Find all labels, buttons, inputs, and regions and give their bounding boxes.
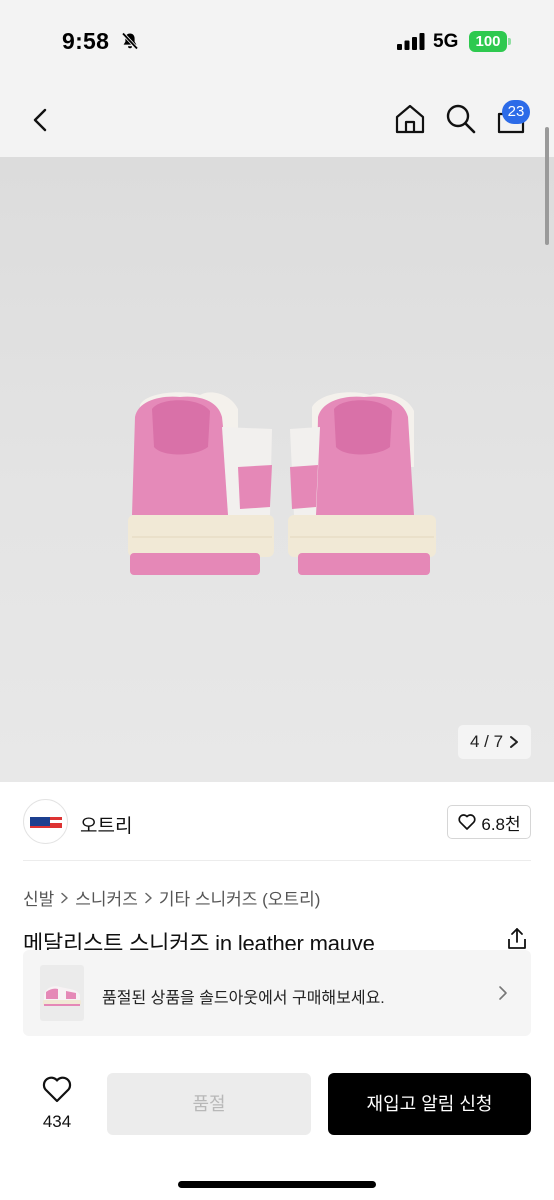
product-image-gallery[interactable]: 4 / 7 bbox=[0, 157, 554, 782]
brand-logo[interactable] bbox=[23, 799, 68, 844]
breadcrumb: 신발 스니커즈 기타 스니커즈 (오트리) bbox=[23, 885, 320, 910]
brand-name[interactable]: 오트리 bbox=[80, 811, 132, 838]
network-label: 5G bbox=[433, 31, 459, 52]
battery-indicator: 100 bbox=[469, 31, 507, 52]
brand-logo-mark bbox=[29, 816, 62, 828]
status-bar: 9:58 5G 100 bbox=[0, 0, 554, 84]
image-counter-text: 4 / 7 bbox=[470, 732, 504, 751]
wishlist-count: 434 bbox=[42, 1112, 72, 1131]
chevron-right-icon bbox=[61, 892, 69, 903]
soldout-banner-text: 품절된 상품을 솔드아웃에서 구매해보세요. bbox=[102, 990, 385, 1007]
sneaker-thumbnail-icon bbox=[43, 986, 81, 1006]
wishlist-button[interactable]: 434 bbox=[36, 1074, 78, 1132]
bell-muted-icon bbox=[121, 32, 139, 50]
divider bbox=[23, 860, 531, 861]
signal-icon bbox=[397, 33, 425, 50]
cart-count-badge: 23 bbox=[502, 100, 530, 124]
back-icon[interactable] bbox=[24, 104, 56, 136]
top-nav: 23 bbox=[0, 84, 554, 157]
breadcrumb-item[interactable]: 기타 스니커즈 (오트리) bbox=[159, 885, 321, 910]
search-icon[interactable] bbox=[444, 102, 478, 136]
soldout-thumbnail bbox=[40, 965, 84, 1021]
brand-row: 오트리 6.8천 bbox=[0, 782, 554, 860]
image-counter[interactable]: 4 / 7 bbox=[458, 725, 532, 759]
soldout-banner[interactable]: 품절된 상품을 솔드아웃에서 구매해보세요. bbox=[23, 950, 531, 1036]
breadcrumb-item[interactable]: 스니커즈 bbox=[75, 885, 138, 910]
brand-like-button[interactable]: 6.8천 bbox=[447, 805, 531, 839]
breadcrumb-item[interactable]: 신발 bbox=[23, 885, 54, 910]
brand-like-count: 6.8천 bbox=[481, 814, 521, 834]
chevron-right-icon bbox=[499, 986, 507, 1000]
page-scrollbar[interactable] bbox=[545, 127, 549, 245]
share-icon[interactable] bbox=[505, 927, 529, 951]
home-icon[interactable] bbox=[393, 102, 427, 136]
product-image bbox=[128, 392, 436, 575]
soldout-button: 품절 bbox=[107, 1073, 311, 1135]
heart-icon bbox=[42, 1076, 72, 1103]
status-time: 9:58 bbox=[62, 28, 110, 54]
restock-alert-button[interactable]: 재입고 알림 신청 bbox=[328, 1073, 531, 1135]
battery-cap bbox=[508, 38, 511, 45]
chevron-right-icon bbox=[145, 892, 152, 903]
home-indicator bbox=[178, 1181, 376, 1188]
heart-icon bbox=[458, 814, 476, 830]
chevron-right-icon bbox=[510, 736, 519, 748]
